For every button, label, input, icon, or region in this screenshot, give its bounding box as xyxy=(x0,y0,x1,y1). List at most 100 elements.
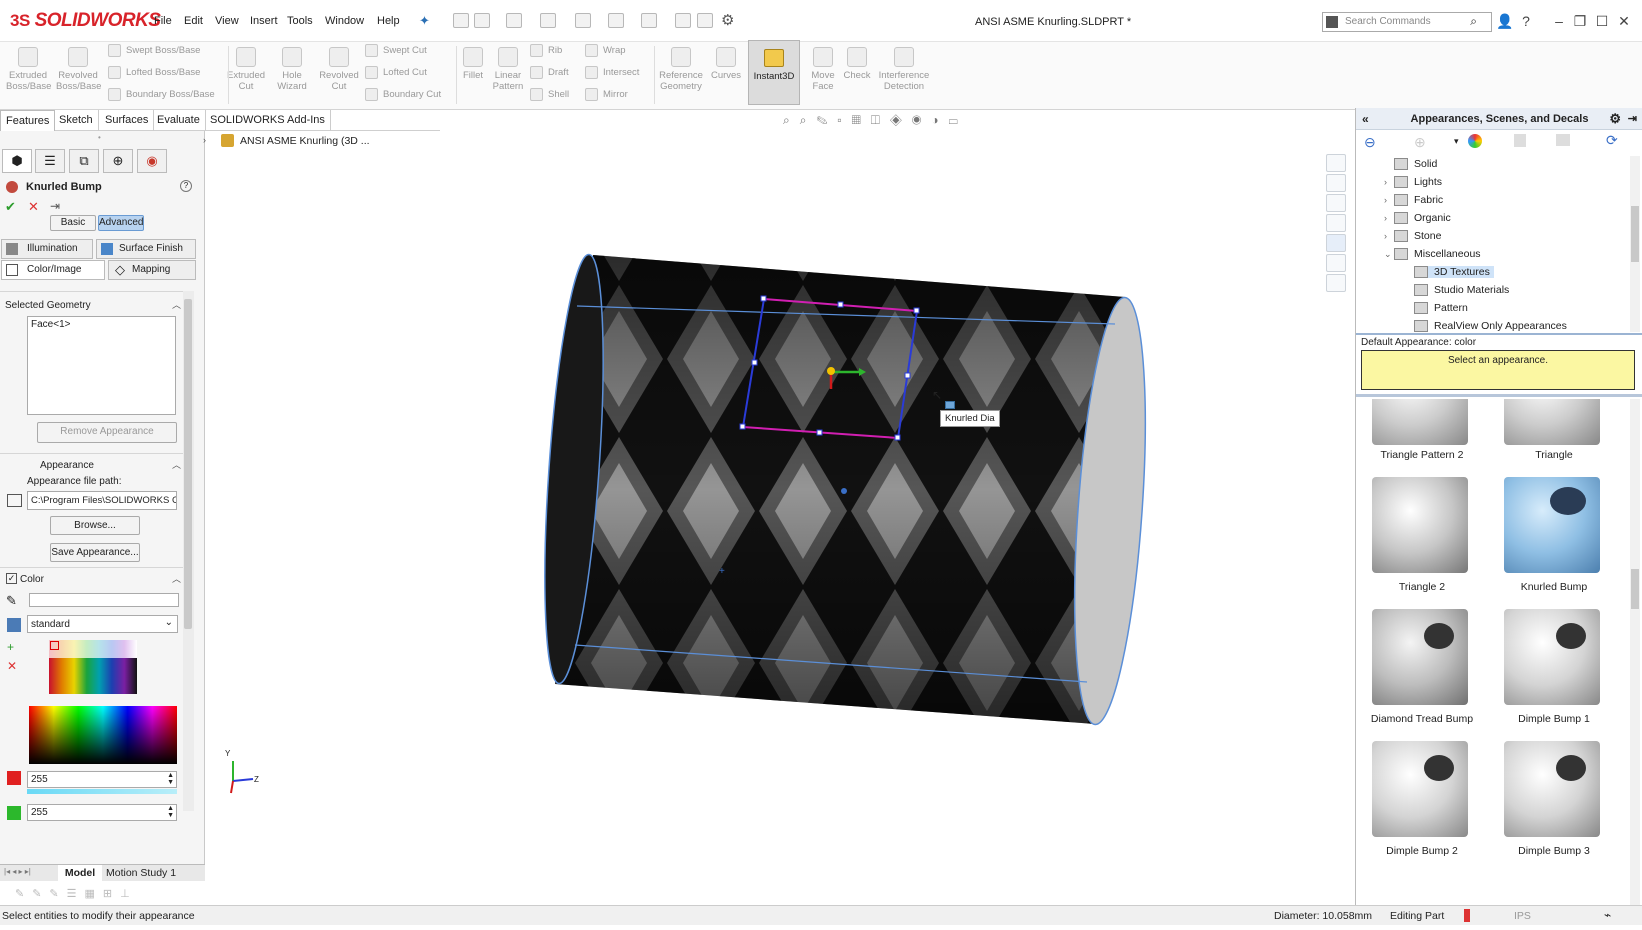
shell-button[interactable]: Shell xyxy=(530,88,569,101)
browse-button[interactable]: Browse... xyxy=(50,516,140,535)
thumbs-scrollbar[interactable] xyxy=(1630,399,1640,905)
tab-color-image[interactable]: Color/Image xyxy=(1,260,105,280)
graphics-area[interactable]: › ANSI ASME Knurling (3D ... ⌕⌕✎▫▦◫◈◉◑▭ xyxy=(203,113,1355,872)
tab-scroll-arrows-icon[interactable]: |◂ ◂ ▸ ▸| xyxy=(4,867,31,876)
heads-up-view-toolbar-icon[interactable]: ⌕⌕✎▫▦◫◈◉◑▭ xyxy=(783,113,968,128)
forward-icon[interactable]: ⊕ xyxy=(1414,134,1426,151)
mirror-button[interactable]: Mirror xyxy=(585,88,628,101)
undo-icon[interactable] xyxy=(608,13,624,28)
tab-surfaces[interactable]: Surfaces xyxy=(100,110,155,131)
lofted-cut-button[interactable]: Lofted Cut xyxy=(365,66,427,79)
tree-scrollbar[interactable] xyxy=(1630,156,1640,332)
sketch-tools-icon[interactable]: ✎✎✎☰▦⊞⊥ xyxy=(15,887,165,901)
menu-file[interactable]: File xyxy=(154,15,172,27)
thumb-diamond-tread-bump[interactable] xyxy=(1372,609,1468,705)
tab-feature-tree-icon[interactable]: ⬢ xyxy=(2,149,32,173)
task-pane-resources-icon[interactable] xyxy=(1326,174,1346,192)
scroll-thumb[interactable] xyxy=(1631,569,1639,609)
thumb-triangle-pattern-2[interactable] xyxy=(1372,399,1468,445)
thumb-dimple-bump-3[interactable] xyxy=(1504,741,1600,837)
draft-button[interactable]: Draft xyxy=(530,66,569,79)
boundary-boss-button[interactable]: Boundary Boss/Base xyxy=(108,88,215,101)
menu-edit[interactable]: Edit xyxy=(184,15,203,27)
basic-toggle[interactable]: Basic xyxy=(50,215,96,231)
interference-detection-button[interactable]: Interference Detection xyxy=(876,47,932,92)
cancel-x-icon[interactable]: ✕ xyxy=(28,199,39,215)
tree-item-fabric[interactable]: › Fabric xyxy=(1384,194,1443,207)
red-slider[interactable] xyxy=(27,789,177,794)
maximize-icon[interactable]: ☐ xyxy=(1593,12,1611,30)
revolved-cut-button[interactable]: Revolved Cut xyxy=(318,47,360,92)
appearance-path-field[interactable]: C:\Program Files\SOLIDWORKS Co xyxy=(27,491,177,510)
thumb-dimple-bump-2[interactable] xyxy=(1372,741,1468,837)
color-swatch-field[interactable] xyxy=(29,593,179,607)
linear-pattern-button[interactable]: Linear Pattern xyxy=(490,47,526,92)
options-gear-icon[interactable]: ⚙ xyxy=(721,11,734,29)
tab-sketch[interactable]: Sketch xyxy=(54,110,99,131)
thumb-triangle-2[interactable] xyxy=(1372,477,1468,573)
extruded-boss-button[interactable]: Extruded Boss/Base xyxy=(6,47,51,92)
tab-property-manager-icon[interactable]: ☰ xyxy=(35,149,65,173)
boundary-cut-button[interactable]: Boundary Cut xyxy=(365,88,441,101)
tab-dimxpert-icon[interactable]: ⊕ xyxy=(103,149,133,173)
tab-surface-finish[interactable]: Surface Finish xyxy=(96,239,196,259)
color-checkbox[interactable]: ✓ xyxy=(6,573,17,584)
reference-geometry-button[interactable]: Reference Geometry xyxy=(656,47,706,92)
task-pane-design-library-icon[interactable] xyxy=(1326,194,1346,212)
move-face-button[interactable]: Move Face xyxy=(806,47,840,92)
selected-swatch[interactable] xyxy=(50,641,59,650)
tag-icon[interactable]: ⌁ xyxy=(1604,908,1611,922)
save-icon[interactable] xyxy=(540,13,556,28)
search-commands[interactable]: Search Commands ⌕ xyxy=(1322,12,1492,32)
menu-view[interactable]: View xyxy=(215,15,239,27)
rib-button[interactable]: Rib xyxy=(530,44,562,57)
ok-check-icon[interactable]: ✔ xyxy=(5,199,16,215)
appearance-library-icon[interactable] xyxy=(1468,134,1482,148)
menu-window[interactable]: Window xyxy=(325,15,364,27)
file-properties-icon[interactable] xyxy=(697,13,713,28)
color-spectrum[interactable] xyxy=(29,706,177,764)
pin-pane-icon[interactable]: ⇥ xyxy=(1628,108,1637,130)
task-pane-custom-properties-icon[interactable] xyxy=(1326,254,1346,272)
red-value-input[interactable]: 255 ▲ ▼ xyxy=(27,771,177,788)
rebuild-indicator-icon[interactable] xyxy=(1464,909,1470,922)
home-icon[interactable] xyxy=(453,13,469,28)
advanced-toggle[interactable]: Advanced xyxy=(98,215,144,231)
pin-icon[interactable]: ✦ xyxy=(419,13,430,29)
intersect-button[interactable]: Intersect xyxy=(585,66,639,79)
pushpin-icon[interactable]: ⇥ xyxy=(50,199,60,213)
task-pane-home-icon[interactable] xyxy=(1326,154,1346,172)
spinner-icon[interactable]: ▲ ▼ xyxy=(167,805,174,819)
instant3d-button[interactable]: Instant3D xyxy=(748,40,800,105)
settings-gear-icon[interactable]: ⚙ xyxy=(1609,108,1621,130)
print-icon[interactable] xyxy=(575,13,591,28)
swatch-palette[interactable] xyxy=(49,640,137,694)
tab-model[interactable]: Model xyxy=(58,865,102,881)
swept-cut-button[interactable]: Swept Cut xyxy=(365,44,427,57)
menu-help[interactable]: Help xyxy=(377,15,400,27)
swept-boss-button[interactable]: Swept Boss/Base xyxy=(108,44,200,57)
green-value-input[interactable]: 255 ▲ ▼ xyxy=(27,804,177,821)
revolved-boss-button[interactable]: Revolved Boss/Base xyxy=(56,47,101,92)
task-pane-forum-icon[interactable] xyxy=(1326,274,1346,292)
tab-features[interactable]: Features xyxy=(0,110,56,131)
tree-item-realview[interactable]: RealView Only Appearances xyxy=(1414,320,1567,332)
remove-appearance-button[interactable]: Remove Appearance xyxy=(37,422,177,443)
tab-illumination[interactable]: Illumination xyxy=(1,239,93,259)
thumb-dimple-bump-1[interactable] xyxy=(1504,609,1600,705)
scroll-thumb[interactable] xyxy=(1631,206,1639,262)
tree-item-3d-textures[interactable]: 3D Textures xyxy=(1414,266,1494,279)
scroll-thumb[interactable] xyxy=(184,299,192,629)
open-icon[interactable] xyxy=(506,13,522,28)
tab-addins[interactable]: SOLIDWORKS Add-Ins xyxy=(205,110,331,131)
pane-splitter[interactable] xyxy=(1356,333,1642,335)
tab-mapping[interactable]: ◇ Mapping xyxy=(108,260,196,280)
spinner-icon[interactable]: ▲ ▼ xyxy=(167,772,174,786)
model-canvas[interactable]: + xyxy=(205,131,1355,872)
minimize-icon[interactable]: – xyxy=(1550,12,1568,30)
select-icon[interactable] xyxy=(641,13,657,28)
hole-wizard-button[interactable]: Hole Wizard xyxy=(272,47,312,92)
close-icon[interactable]: ✕ xyxy=(1615,12,1633,30)
thumb-triangle[interactable] xyxy=(1504,399,1600,445)
help-icon[interactable]: ? xyxy=(1517,12,1535,30)
